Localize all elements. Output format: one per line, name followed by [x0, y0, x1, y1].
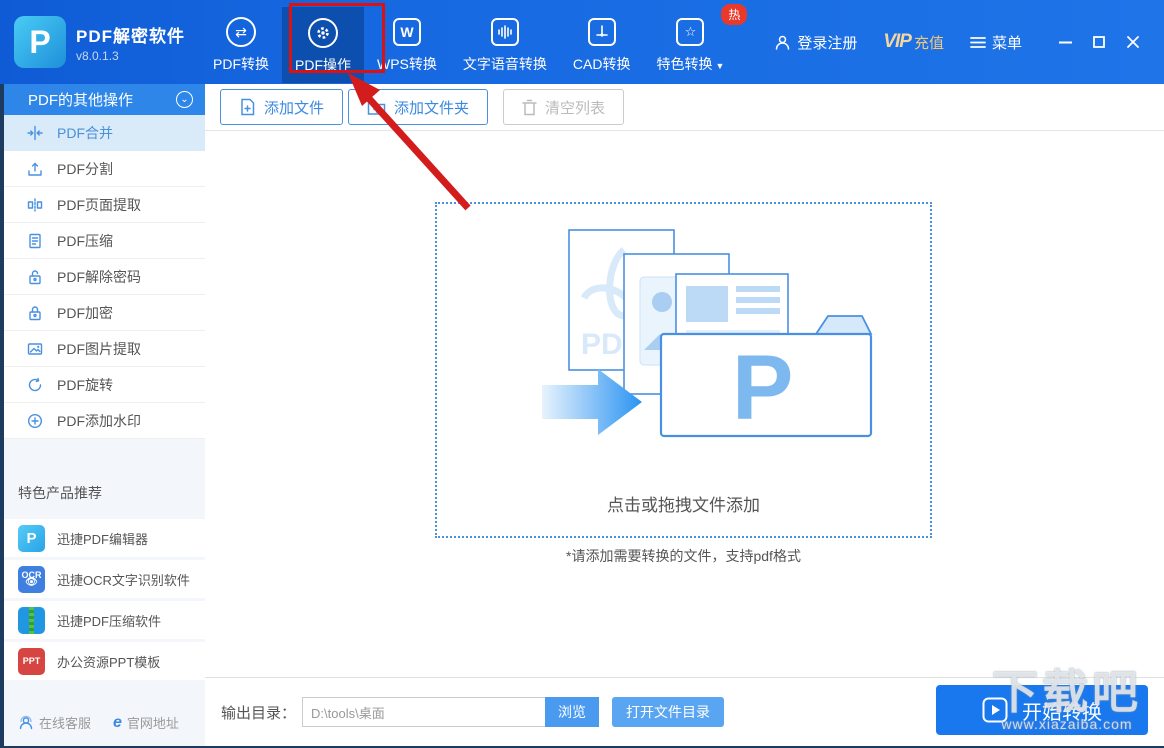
- output-path-input[interactable]: [302, 697, 546, 727]
- login-register-link[interactable]: 登录注册: [774, 32, 857, 53]
- dropzone-hint: 点击或拖拽文件添加: [607, 496, 760, 515]
- chevron-down-icon: ▼: [715, 61, 725, 71]
- sidebar-item-pdf-rotate[interactable]: PDF旋转: [4, 367, 205, 403]
- split-icon: [26, 160, 43, 177]
- sidebar-item-pdf-watermark[interactable]: PDF添加水印: [4, 403, 205, 439]
- user-icon: [774, 34, 791, 51]
- sidebar-item-pdf-encrypt[interactable]: PDF加密: [4, 295, 205, 331]
- sidebar-item-pdf-unlock[interactable]: PDF解除密码: [4, 259, 205, 295]
- titlebar-right: 登录注册 VIP 充值 菜单: [748, 27, 1164, 57]
- output-dir-label: 输出目录：: [221, 704, 297, 722]
- sidebar-header[interactable]: PDF的其他操作 ⌄: [4, 84, 205, 115]
- menu-button[interactable]: 菜单: [970, 32, 1022, 53]
- compress-doc-icon: [26, 232, 43, 249]
- dropzone-illustration: PDF P: [464, 222, 904, 477]
- open-directory-button[interactable]: 打开文件目录: [612, 697, 725, 727]
- image-icon: [26, 340, 43, 357]
- app-brand: P PDF解密软件 v8.0.1.3: [0, 16, 200, 68]
- product-pdf-editor[interactable]: P 迅捷PDF编辑器: [4, 519, 205, 557]
- sidebar-item-pdf-compress[interactable]: PDF压缩: [4, 223, 205, 259]
- svg-text:P: P: [732, 337, 793, 439]
- add-file-button[interactable]: 添加文件: [220, 89, 344, 125]
- sidebar-item-pdf-split[interactable]: PDF分割: [4, 151, 205, 187]
- sidebar-menu: PDF合并 PDF分割 PDF页面提取 PDF压缩 PDF解除密码 PDF加密 …: [4, 115, 205, 439]
- unlock-icon: [26, 268, 43, 285]
- trash-icon: [522, 99, 537, 115]
- nav-speech-convert[interactable]: 文字语音转换: [450, 6, 560, 84]
- app-title: PDF解密软件: [76, 26, 185, 46]
- sidebar-footer: 在线客服 e 官网地址: [4, 713, 205, 746]
- sidebar-item-pdf-merge[interactable]: PDF合并: [4, 115, 205, 151]
- product-pdf-compressor[interactable]: 迅捷PDF压缩软件: [4, 601, 205, 639]
- sidebar-item-pdf-image-extract[interactable]: PDF图片提取: [4, 331, 205, 367]
- promo-section-title: 特色产品推荐: [18, 485, 102, 501]
- file-dropzone[interactable]: PDF P 点击或拖拽文件添加: [435, 202, 932, 538]
- add-file-icon: [241, 98, 255, 116]
- cad-icon: [587, 14, 616, 50]
- sidebar-item-pdf-page-extract[interactable]: PDF页面提取: [4, 187, 205, 223]
- chevron-circle-icon[interactable]: ⌄: [176, 91, 193, 108]
- minimize-button[interactable]: [1048, 27, 1082, 57]
- transfer-circle-icon: ⇄: [226, 14, 256, 50]
- website-link[interactable]: e 官网地址: [113, 713, 179, 732]
- hamburger-menu-icon: [970, 36, 986, 49]
- maximize-button[interactable]: [1082, 27, 1116, 57]
- titlebar: P PDF解密软件 v8.0.1.3 ⇄ PDF转换 PDF操作 W WPS转换…: [0, 0, 1164, 84]
- ppt-icon: PPT: [18, 647, 45, 675]
- app-version: v8.0.1.3: [76, 48, 119, 63]
- page-extract-icon: [26, 196, 43, 213]
- clear-list-button[interactable]: 清空列表: [503, 89, 625, 125]
- browser-e-icon: e: [113, 713, 122, 731]
- add-circle-icon: [26, 412, 43, 429]
- main-panel: 添加文件 添加文件夹 清空列表 PDF P 点击或拖拽文件添加 *请添加需要转换…: [205, 84, 1164, 746]
- vip-icon: VIP: [883, 31, 912, 52]
- wps-icon: W: [392, 14, 421, 50]
- rotate-icon: [26, 376, 43, 393]
- dropzone-note: *请添加需要转换的文件，支持pdf格式: [566, 548, 801, 564]
- lock-icon: [26, 304, 43, 321]
- sidebar: PDF的其他操作 ⌄ PDF合并 PDF分割 PDF页面提取 PDF压缩 PDF…: [4, 84, 205, 746]
- nav-special-convert[interactable]: 热 ☆ 特色转换 ▼: [643, 4, 748, 84]
- nav-pdf-convert[interactable]: ⇄ PDF转换: [200, 6, 282, 84]
- window-controls: [1048, 27, 1150, 57]
- nav-cad-convert[interactable]: CAD转换: [560, 6, 644, 84]
- product-ppt-templates[interactable]: PPT 办公资源PPT模板: [4, 642, 205, 680]
- speech-wave-icon: [490, 14, 519, 50]
- add-folder-button[interactable]: 添加文件夹: [348, 89, 489, 125]
- output-bar: 输出目录： 浏览 打开文件目录 开始转换: [205, 677, 1164, 746]
- top-nav: ⇄ PDF转换 PDF操作 W WPS转换 文字语音转换 CAD转换 热 ☆ 特…: [200, 0, 748, 84]
- window-left-edge: [0, 84, 4, 748]
- close-button[interactable]: [1116, 27, 1150, 57]
- browse-button[interactable]: 浏览: [545, 697, 600, 727]
- play-icon: [982, 697, 1008, 723]
- gear-circle-icon: [308, 15, 338, 51]
- merge-icon: [26, 124, 43, 141]
- star-convert-icon: ☆: [676, 14, 705, 50]
- start-convert-button[interactable]: 开始转换: [936, 685, 1148, 735]
- hot-badge: 热: [721, 4, 748, 25]
- pdf-editor-icon: P: [18, 524, 45, 552]
- toolbar-divider: [205, 130, 1164, 131]
- folder-shape: P: [659, 315, 872, 439]
- product-list: P 迅捷PDF编辑器 OCR 👁 迅捷OCR文字识别软件 迅捷PDF压缩软件 PP…: [4, 519, 205, 683]
- ocr-icon: OCR 👁: [18, 565, 45, 593]
- nav-pdf-operate[interactable]: PDF操作: [282, 7, 364, 83]
- file-toolbar: 添加文件 添加文件夹 清空列表: [205, 84, 1164, 130]
- app-logo-icon: P: [14, 16, 66, 68]
- nav-wps-convert[interactable]: W WPS转换: [364, 6, 450, 84]
- zip-compressor-icon: [18, 606, 45, 634]
- add-folder-icon: [367, 101, 386, 115]
- product-ocr[interactable]: OCR 👁 迅捷OCR文字识别软件: [4, 560, 205, 598]
- vip-recharge-link[interactable]: VIP 充值: [883, 31, 944, 53]
- headset-icon: [18, 715, 34, 731]
- online-service-link[interactable]: 在线客服: [18, 713, 91, 732]
